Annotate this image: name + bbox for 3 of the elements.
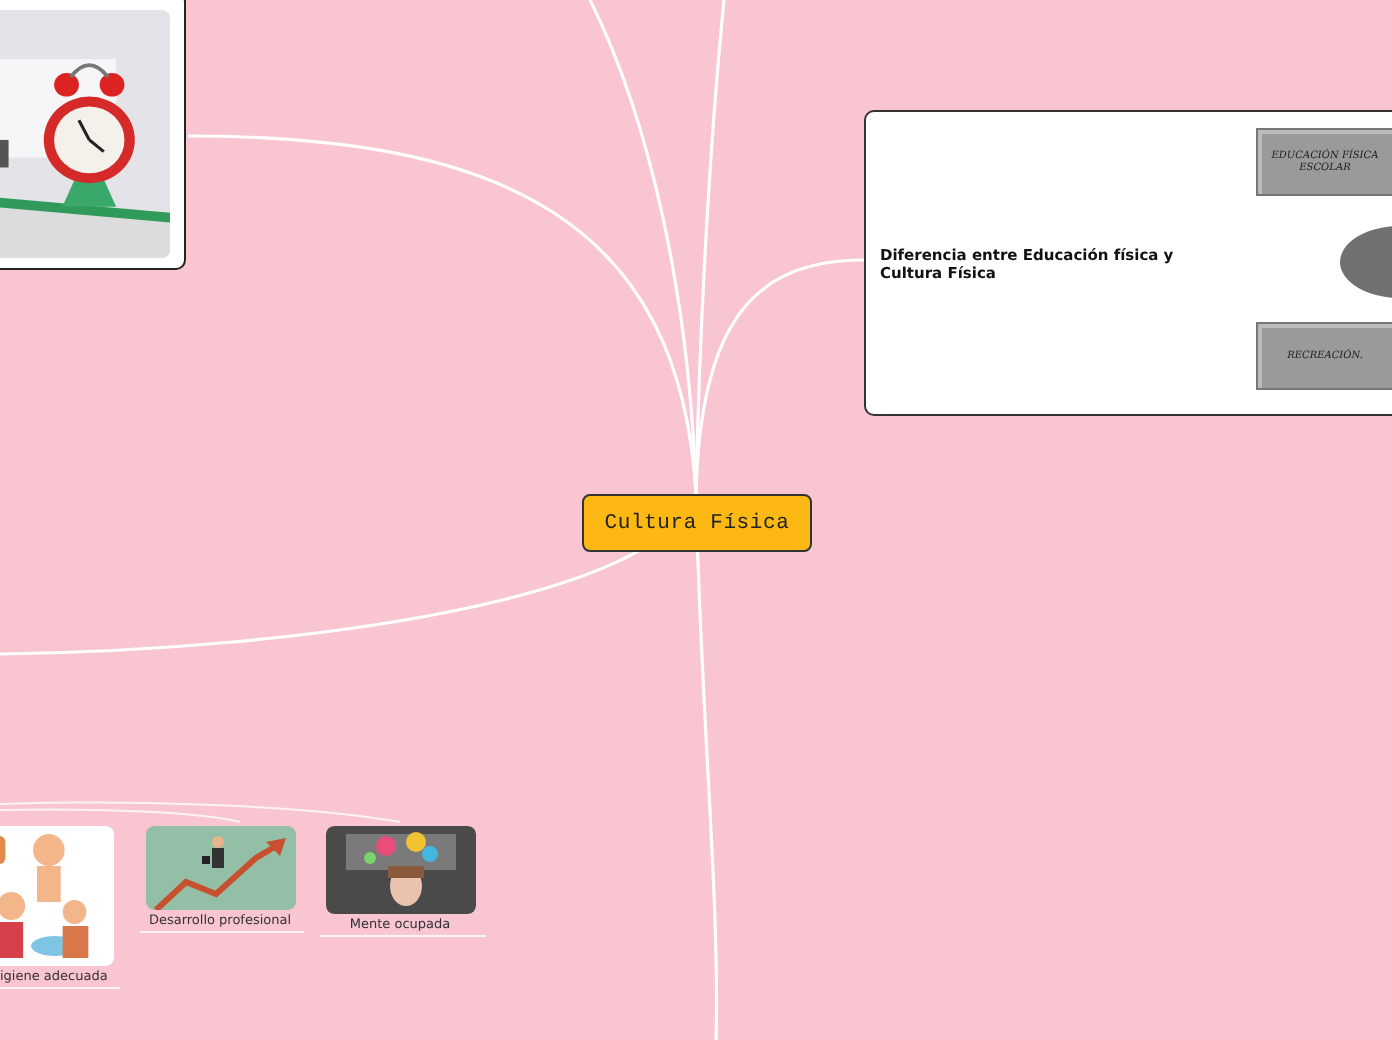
branch-line: [0, 987, 121, 989]
image-node[interactable]: [0, 0, 186, 270]
central-topic[interactable]: Cultura Física: [582, 494, 812, 552]
